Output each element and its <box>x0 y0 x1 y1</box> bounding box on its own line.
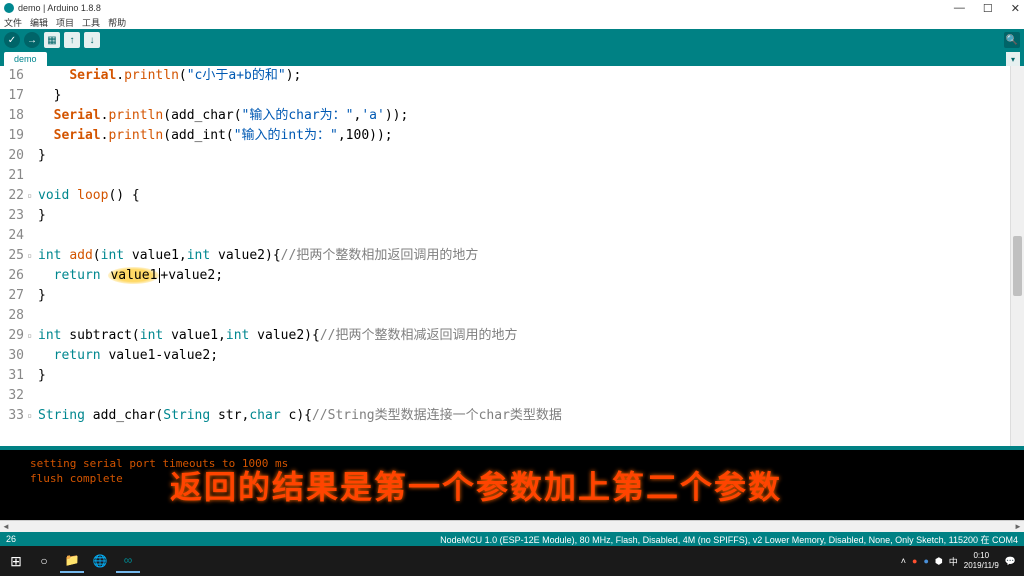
code-editor[interactable]: 161718192021222324252627282930313233 Ser… <box>0 66 1024 446</box>
code-line[interactable]: int add(int value1,int value2){//把两个整数相加… <box>38 246 1010 266</box>
code-line[interactable] <box>38 386 1010 406</box>
start-button[interactable]: ⊞ <box>4 549 28 573</box>
menu-file[interactable]: 文件 <box>4 16 22 29</box>
menu-tools[interactable]: 工具 <box>82 16 100 29</box>
code-line[interactable]: } <box>38 86 1010 106</box>
app-icon <box>4 3 14 13</box>
line-number: 28 <box>0 306 24 326</box>
line-number: 24 <box>0 226 24 246</box>
menu-bar: 文件 编辑 项目 工具 帮助 <box>0 16 1024 30</box>
code-area[interactable]: Serial.println("c小于a+b的和"); } Serial.pri… <box>28 66 1010 446</box>
menu-project[interactable]: 项目 <box>56 16 74 29</box>
code-line[interactable]: return value1+value2; <box>38 266 1010 286</box>
tray-clock[interactable]: 0:10 2019/11/9 <box>964 551 999 571</box>
line-number: 32 <box>0 386 24 406</box>
upload-button[interactable]: → <box>24 32 40 48</box>
line-number: 31 <box>0 366 24 386</box>
window-title: demo | Arduino 1.8.8 <box>18 3 954 13</box>
vertical-scrollbar[interactable] <box>1010 66 1024 446</box>
task-arduino[interactable]: ∞ <box>116 549 140 573</box>
line-number: 23 <box>0 206 24 226</box>
scroll-right-arrow[interactable]: ► <box>1012 522 1024 531</box>
code-line[interactable]: Serial.println(add_char("输入的char为：",'a')… <box>38 106 1010 126</box>
tray-notifications-icon[interactable]: 💬 <box>1005 556 1016 567</box>
line-number: 33 <box>0 406 24 426</box>
code-line[interactable] <box>38 306 1010 326</box>
status-bar: 26 NodeMCU 1.0 (ESP-12E Module), 80 MHz,… <box>0 532 1024 546</box>
windows-taskbar: ⊞ ○ 📁 🌐 ∞ ˄ ● ● ⬢ 中 0:10 2019/11/9 💬 <box>0 546 1024 576</box>
open-button[interactable]: ↑ <box>64 32 80 48</box>
toolbar: ✓ → ▦ ↑ ↓ 🔍 <box>0 30 1024 50</box>
close-button[interactable]: ✕ <box>1011 2 1020 15</box>
code-line[interactable]: } <box>38 206 1010 226</box>
verify-button[interactable]: ✓ <box>4 32 20 48</box>
task-chrome[interactable]: 🌐 <box>88 549 112 573</box>
task-explorer[interactable]: 📁 <box>60 549 84 573</box>
line-gutter: 161718192021222324252627282930313233 <box>0 66 28 446</box>
code-line[interactable] <box>38 226 1010 246</box>
line-number: 21 <box>0 166 24 186</box>
tray-icon[interactable]: ⬢ <box>935 556 943 567</box>
line-number: 27 <box>0 286 24 306</box>
annotation-overlay: 返回的结果是第一个参数加上第二个参数 <box>170 462 782 508</box>
code-line[interactable]: Serial.println(add_int("输入的int为：",100)); <box>38 126 1010 146</box>
line-number: 29 <box>0 326 24 346</box>
line-number: 20 <box>0 146 24 166</box>
serial-monitor-button[interactable]: 🔍 <box>1004 32 1020 48</box>
scrollbar-thumb[interactable] <box>1013 236 1022 296</box>
code-line[interactable]: Serial.println("c小于a+b的和"); <box>38 66 1010 86</box>
tray-icon[interactable]: ● <box>912 556 917 566</box>
line-number: 17 <box>0 86 24 106</box>
menu-edit[interactable]: 编辑 <box>30 16 48 29</box>
code-line[interactable] <box>38 166 1010 186</box>
line-number: 30 <box>0 346 24 366</box>
tray-up-icon[interactable]: ˄ <box>901 556 906 566</box>
line-number: 26 <box>0 266 24 286</box>
scroll-left-arrow[interactable]: ◄ <box>0 522 12 531</box>
code-line[interactable]: return value1-value2; <box>38 346 1010 366</box>
code-line[interactable]: void loop() { <box>38 186 1010 206</box>
code-line[interactable]: } <box>38 286 1010 306</box>
console-panel: setting serial port timeouts to 1000 ms … <box>0 450 1024 520</box>
tab-demo[interactable]: demo <box>4 52 47 66</box>
code-line[interactable]: } <box>38 146 1010 166</box>
minimize-button[interactable]: — <box>954 2 965 15</box>
save-button[interactable]: ↓ <box>84 32 100 48</box>
task-search[interactable]: ○ <box>32 549 56 573</box>
tab-menu-button[interactable]: ▾ <box>1006 52 1020 66</box>
tray-icon[interactable]: ● <box>923 556 928 566</box>
horizontal-scrollbar[interactable]: ◄ ► <box>0 520 1024 532</box>
maximize-button[interactable]: ☐ <box>983 2 993 15</box>
line-number: 18 <box>0 106 24 126</box>
line-number: 25 <box>0 246 24 266</box>
system-tray[interactable]: ˄ ● ● ⬢ 中 0:10 2019/11/9 💬 <box>901 551 1020 571</box>
tab-bar: demo ▾ <box>0 50 1024 66</box>
status-board-info: NodeMCU 1.0 (ESP-12E Module), 80 MHz, Fl… <box>440 533 1018 546</box>
line-number: 22 <box>0 186 24 206</box>
line-number: 16 <box>0 66 24 86</box>
code-line[interactable]: int subtract(int value1,int value2){//把两… <box>38 326 1010 346</box>
code-line[interactable]: } <box>38 366 1010 386</box>
line-number: 19 <box>0 126 24 146</box>
new-button[interactable]: ▦ <box>44 32 60 48</box>
tray-ime[interactable]: 中 <box>949 555 958 568</box>
window-titlebar: demo | Arduino 1.8.8 — ☐ ✕ <box>0 0 1024 16</box>
status-line-number: 26 <box>6 534 16 544</box>
menu-help[interactable]: 帮助 <box>108 16 126 29</box>
code-line[interactable]: String add_char(String str,char c){//Str… <box>38 406 1010 426</box>
